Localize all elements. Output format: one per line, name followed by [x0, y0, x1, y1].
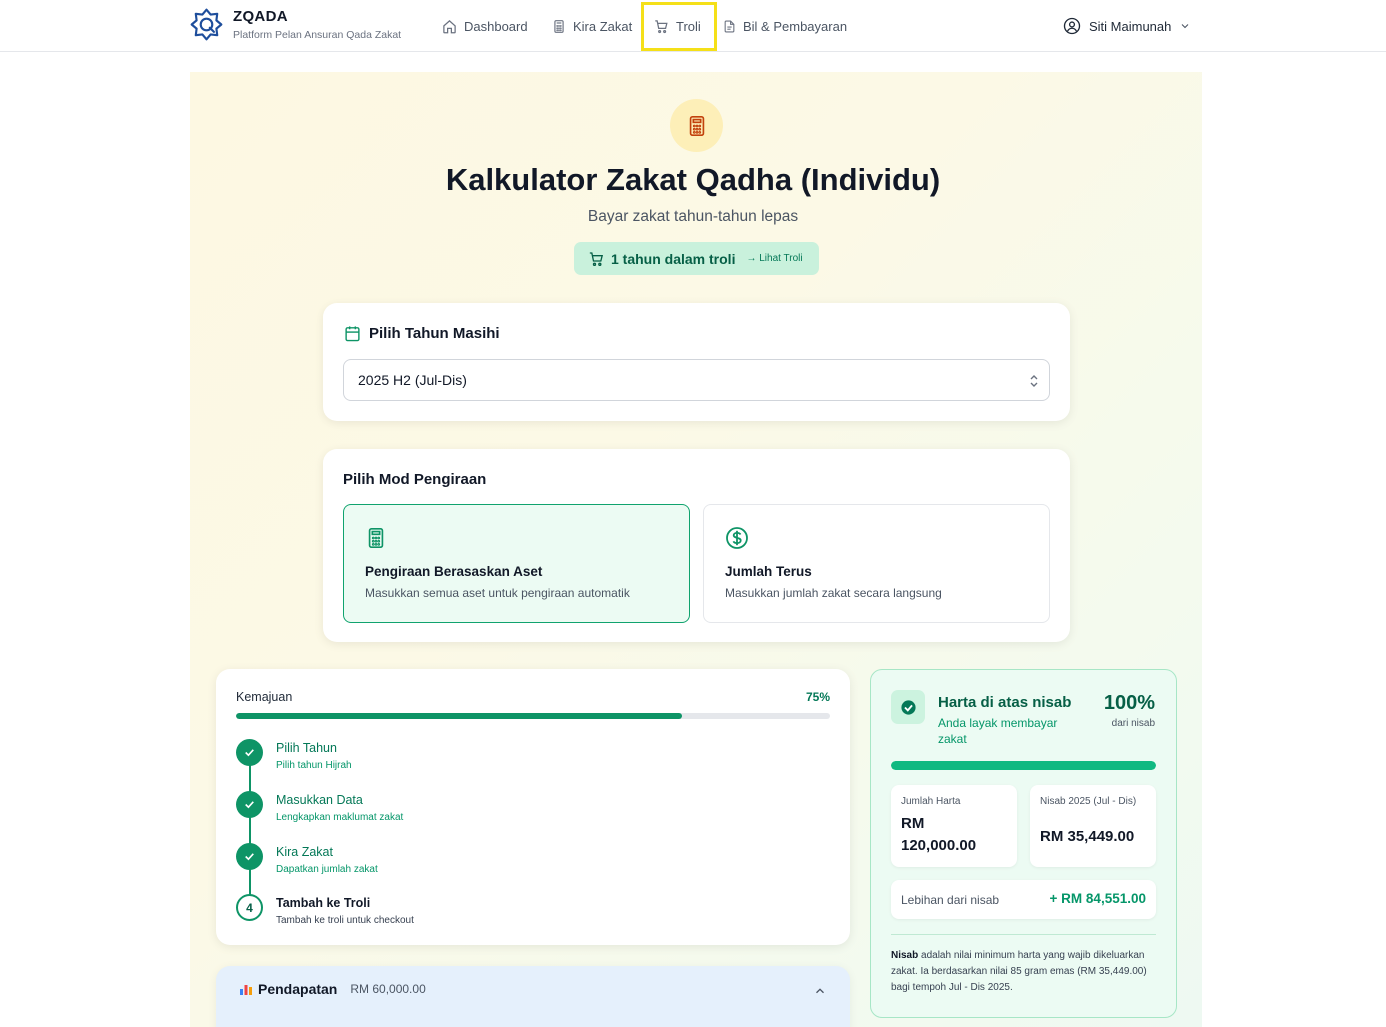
income-title-row: Pendapatan RM 60,000.00 [239, 981, 426, 997]
check-icon [245, 853, 254, 861]
calculator-icon [689, 115, 704, 136]
nisab-title: Harta di atas nisab [938, 694, 1072, 711]
nisab-progress-track [891, 761, 1156, 770]
mode-option-direct[interactable]: Jumlah Terus Masukkan jumlah zakat secar… [703, 504, 1050, 623]
year-select[interactable]: 2025 H2 (Jul-Dis) [343, 359, 1050, 401]
check-icon [245, 749, 254, 757]
nisab-note-text: adalah nilai minimum harta yang wajib di… [891, 950, 1147, 993]
nav-dashboard-label: Dashboard [464, 18, 528, 34]
nisab-divider [891, 934, 1156, 935]
mode-option-title: Jumlah Terus [725, 564, 812, 579]
nisab-note-term: Nisab [891, 950, 919, 961]
cart-status-pill[interactable]: 1 tahun dalam troli → Lihat Troli [574, 242, 819, 275]
nisab-percent: 100% [1103, 692, 1155, 714]
bar-chart-icon [240, 985, 252, 995]
document-icon [724, 20, 735, 32]
total-assets-label: Jumlah Harta [901, 796, 961, 807]
year-select-value: 2025 H2 (Jul-Dis) [358, 372, 467, 388]
steps-connector-line [249, 753, 251, 907]
mode-option-desc: Masukkan jumlah zakat secara langsung [725, 586, 942, 600]
nisab-progress-fill [891, 761, 1156, 770]
calendar-icon [345, 326, 360, 342]
nav-dashboard[interactable]: Dashboard [442, 0, 528, 52]
check-icon [245, 801, 254, 809]
income-title: Pendapatan [258, 981, 338, 997]
nav-bil-label: Bil & Pembayaran [743, 18, 848, 34]
user-name: Siti Maimunah [1089, 18, 1172, 34]
excess-label: Lebihan dari nisab [901, 893, 1000, 907]
nav-kira-zakat[interactable]: Kira Zakat [552, 0, 632, 52]
nisab-threshold-label: Nisab 2025 (Jul - Dis) [1040, 796, 1137, 807]
step-number: 4 [236, 894, 263, 921]
progress-percent: 75% [805, 690, 830, 704]
step-check [236, 791, 263, 818]
excess-value: + RM 84,551.00 [1049, 891, 1146, 906]
top-navbar: ZQADA Platform Pelan Ansuran Qada Zakat … [0, 0, 1386, 52]
mode-option-title: Pengiraan Berasaskan Aset [365, 564, 543, 579]
step-title: Kira Zakat [276, 845, 333, 859]
user-menu[interactable]: Siti Maimunah [1063, 0, 1191, 52]
nav-kira-zakat-label: Kira Zakat [573, 18, 633, 34]
excess-box: Lebihan dari nisab + RM 84,551.00 [891, 880, 1156, 919]
nisab-threshold-box: Nisab 2025 (Jul - Dis) RM 35,449.00 [1030, 785, 1156, 867]
nisab-threshold-value: RM 35,449.00 [1040, 828, 1135, 845]
progress-card: Kemajuan 75% Pilih Tahun Pilih tahun Hij… [216, 669, 850, 945]
nav-bil-pembayaran[interactable]: Bil & Pembayaran [723, 0, 847, 52]
nisab-status-icon-wrap [891, 690, 925, 724]
brand-name: ZQADA [233, 8, 288, 25]
progress-track [236, 713, 830, 719]
nisab-subtitle: Anda layak membayar zakat [938, 716, 1058, 746]
year-select-heading: Pilih Tahun Masihi [344, 325, 500, 342]
cart-icon [589, 251, 604, 266]
nisab-card: Harta di atas nisab Anda layak membayar … [870, 669, 1177, 1018]
nisab-note: Nisab adalah nilai minimum harta yang wa… [891, 948, 1156, 996]
brand-tagline: Platform Pelan Ansuran Qada Zakat [233, 29, 402, 41]
total-assets-currency: RM [901, 815, 925, 832]
income-value: RM 60,000.00 [350, 982, 426, 996]
brand-logo-icon [190, 8, 223, 41]
progress-label: Kemajuan [236, 690, 293, 704]
user-avatar-icon [1063, 17, 1081, 35]
step-check [236, 739, 263, 766]
year-select-heading-text: Pilih Tahun Masihi [369, 325, 500, 342]
total-assets-value: 120,000.00 [901, 837, 977, 854]
brand[interactable]: ZQADA Platform Pelan Ansuran Qada Zakat [190, 8, 401, 41]
step-desc: Dapatkan jumlah zakat [276, 864, 378, 875]
step-title: Pilih Tahun [276, 741, 337, 755]
cart-status-text: 1 tahun dalam troli [611, 250, 736, 267]
calculator-icon [368, 528, 384, 548]
total-assets-box: Jumlah Harta RM 120,000.00 [891, 785, 1017, 867]
mode-select-heading: Pilih Mod Pengiraan [343, 471, 487, 488]
mode-option-desc: Masukkan semua aset untuk pengiraan auto… [365, 586, 630, 600]
step-check [236, 843, 263, 870]
chevron-down-icon [1181, 24, 1189, 29]
step-desc: Pilih tahun Hijrah [276, 760, 352, 771]
dollar-circle-icon [726, 527, 748, 549]
page-subtitle: Bayar zakat tahun-tahun lepas [587, 208, 799, 225]
calculator-icon [554, 19, 564, 33]
check-circle-icon [900, 699, 916, 715]
nisab-percent-label: dari nisab [1111, 718, 1155, 729]
year-select-card: Pilih Tahun Masihi 2025 H2 (Jul-Dis) [323, 303, 1070, 421]
step-title: Tambah ke Troli [276, 896, 371, 910]
home-icon [443, 19, 456, 33]
mode-select-card: Pilih Mod Pengiraan Pengiraan Berasaskan… [323, 449, 1070, 642]
mode-option-asset[interactable]: Pengiraan Berasaskan Aset Masukkan semua… [343, 504, 690, 623]
troli-highlight-box [641, 2, 717, 51]
step-title: Masukkan Data [276, 793, 363, 807]
page-title: Kalkulator Zakat Qadha (Individu) [445, 162, 941, 197]
select-arrows-icon [1030, 375, 1038, 387]
chevron-up-icon[interactable] [813, 984, 827, 998]
step-desc: Tambah ke troli untuk checkout [276, 915, 414, 926]
income-section-header[interactable]: Pendapatan RM 60,000.00 [216, 966, 850, 1027]
progress-fill [236, 713, 682, 719]
step-desc: Lengkapkan maklumat zakat [276, 812, 404, 823]
calculator-badge [670, 99, 723, 152]
view-cart-link[interactable]: → Lihat Troli [746, 253, 802, 264]
